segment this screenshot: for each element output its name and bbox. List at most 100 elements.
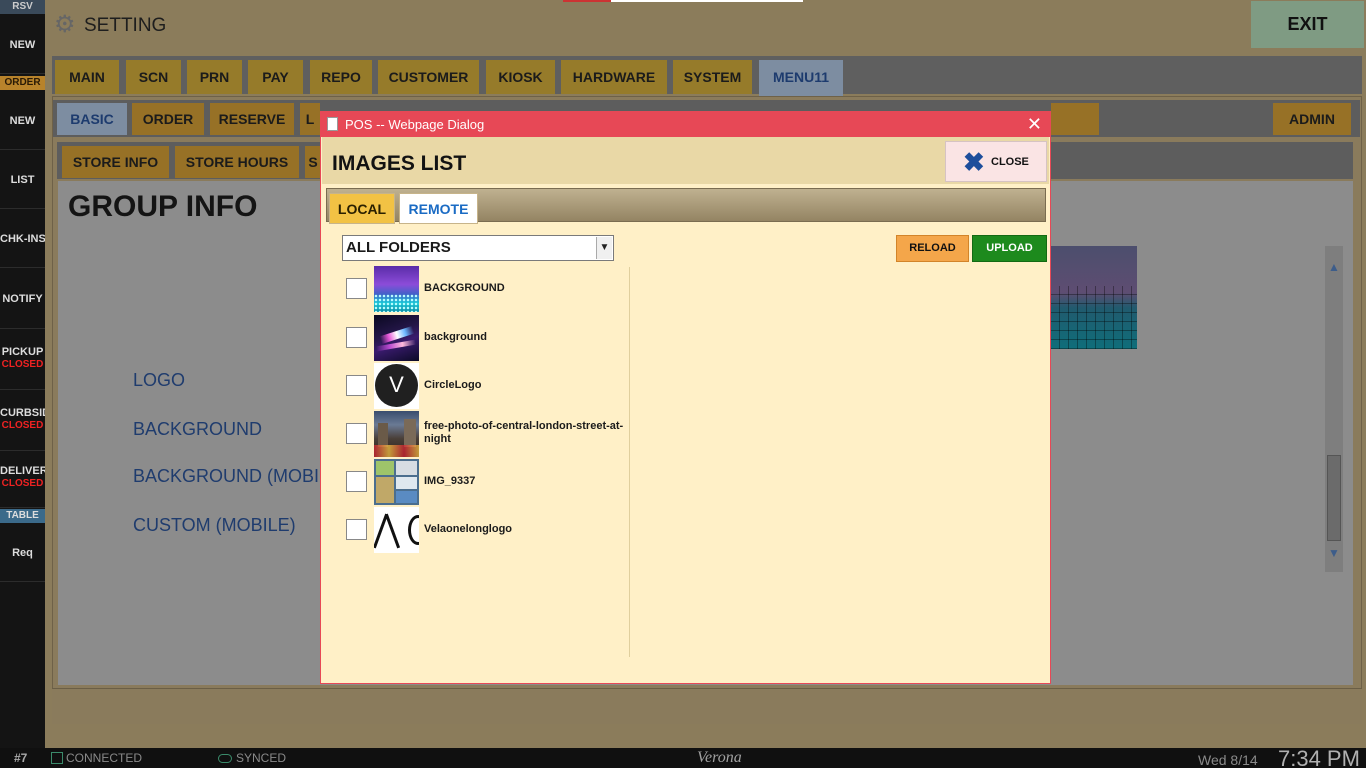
tab-prn[interactable]: PRN	[187, 60, 242, 94]
image-name: IMG_9337	[424, 475, 476, 487]
rail-list[interactable]: LIST	[0, 151, 45, 209]
tab-menu11[interactable]: MENU11	[759, 60, 843, 96]
terminal-number: #7	[14, 751, 28, 765]
rail-table-tag: TABLE	[0, 509, 45, 523]
image-row[interactable]: V CircleLogo	[343, 363, 623, 409]
dialog-titlebar[interactable]: POS -- Webpage Dialog ✕	[321, 112, 1050, 137]
group-info-title: GROUP INFO	[68, 190, 258, 223]
rail-curbside-label: CURBSIDE	[0, 407, 45, 419]
rail-notify[interactable]: NOTIFY	[0, 269, 45, 329]
upload-button[interactable]: UPLOAD	[972, 235, 1047, 262]
tab-pay[interactable]: PAY	[248, 60, 303, 94]
rail-order-tag: ORDER	[0, 76, 45, 90]
connection-status: CONNECTED	[66, 751, 143, 765]
bottom-strip	[52, 688, 1362, 724]
image-name: BACKGROUND	[424, 282, 505, 294]
close-button-label: CLOSE	[991, 156, 1029, 168]
background-preview-image[interactable]	[1050, 246, 1137, 349]
image-row[interactable]: background	[343, 315, 623, 361]
subtab-order[interactable]: ORDER	[132, 103, 204, 135]
field-custom-mobile-label: CUSTOM (MOBILE)	[133, 515, 296, 535]
rail-pickup-label: PICKUP	[1, 346, 44, 358]
content-scrollbar-thumb[interactable]	[1327, 455, 1341, 541]
image-thumbnail[interactable]	[374, 411, 419, 457]
window-close-icon[interactable]: ✕	[1027, 114, 1042, 134]
image-name: Velaonelonglogo	[424, 523, 513, 535]
image-checkbox[interactable]	[346, 471, 367, 492]
tab-scn[interactable]: SCN	[126, 60, 181, 94]
page-header-title: SETTING	[84, 15, 167, 36]
section-tab-store-hours[interactable]: STORE HOURS	[175, 146, 299, 178]
status-date: Wed 8/14	[1198, 752, 1258, 768]
status-bar: #7 CONNECTED SYNCED Verona Wed 8/14 7:34…	[0, 746, 1366, 768]
section-tab-store-info[interactable]: STORE INFO	[62, 146, 169, 178]
image-checkbox[interactable]	[346, 327, 367, 348]
field-background-label: BACKGROUND	[133, 419, 263, 439]
store-name: Verona	[697, 749, 742, 766]
scroll-down-icon[interactable]: ▼	[1326, 545, 1342, 561]
section-tab-partial[interactable]: S	[305, 146, 321, 178]
tab-hardware[interactable]: HARDWARE	[561, 60, 667, 94]
rail-delivery-status: CLOSED	[1, 478, 44, 489]
admin-button[interactable]: ADMIN	[1273, 103, 1351, 135]
tab-remote[interactable]: REMOTE	[399, 193, 478, 224]
rail-pickup[interactable]: PICKUP CLOSED	[0, 330, 45, 390]
image-row[interactable]: free-photo-of-central-london-street-at-n…	[343, 411, 623, 457]
tab-repo[interactable]: REPO	[310, 60, 372, 94]
top-progress-fill	[563, 0, 611, 2]
rail-chk-ins[interactable]: CHK-INS	[0, 210, 45, 268]
image-thumbnail[interactable]: V	[374, 363, 419, 409]
rail-req[interactable]: Req	[0, 524, 45, 582]
rail-delivery[interactable]: DELIVERY CLOSED	[0, 451, 45, 508]
rail-pickup-status: CLOSED	[1, 359, 44, 370]
reload-button[interactable]: RELOAD	[896, 235, 969, 262]
chevron-down-icon[interactable]: ▼	[596, 237, 612, 259]
dialog-window-title: POS -- Webpage Dialog	[345, 117, 485, 132]
image-row[interactable]: BACKGROUND	[343, 266, 623, 312]
image-checkbox[interactable]	[346, 375, 367, 396]
image-name: CircleLogo	[424, 379, 482, 391]
tab-local[interactable]: LOCAL	[329, 193, 395, 224]
connection-icon	[51, 752, 63, 764]
subtab-partial[interactable]: L	[300, 103, 320, 135]
image-row[interactable]: Velaonelonglogo	[343, 507, 623, 553]
status-time: 7:34 PM	[1278, 746, 1360, 768]
image-thumbnail[interactable]	[374, 459, 419, 505]
image-thumbnail[interactable]	[374, 507, 419, 553]
rail-new-order[interactable]: NEW	[0, 92, 45, 150]
image-checkbox[interactable]	[346, 278, 367, 299]
folder-select[interactable]: ALL FOLDERS ▼	[342, 235, 614, 261]
exit-button[interactable]: EXIT	[1251, 1, 1364, 48]
rail-new-reservation[interactable]: NEW	[0, 16, 45, 74]
image-name: free-photo-of-central-london-street-at-n…	[424, 420, 624, 445]
tab-customer[interactable]: CUSTOMER	[378, 60, 479, 94]
cloud-sync-icon	[218, 754, 232, 763]
close-button[interactable]: ✖ CLOSE	[945, 141, 1047, 182]
subtab-reserve[interactable]: RESERVE	[210, 103, 294, 135]
image-checkbox[interactable]	[346, 519, 367, 540]
gear-icon: ⚙	[54, 11, 76, 38]
rail-curbside-status: CLOSED	[1, 420, 44, 431]
images-list-dialog: POS -- Webpage Dialog ✕ IMAGES LIST ✖ CL…	[320, 111, 1051, 684]
field-logo-label: LOGO	[133, 370, 186, 390]
rail-delivery-label: DELIVERY	[0, 465, 45, 477]
field-background-mobile-label: BACKGROUND (MOBILE)	[133, 466, 348, 486]
rail-rsv-tag: RSV	[0, 0, 45, 14]
image-thumbnail[interactable]	[374, 315, 419, 361]
document-icon	[327, 117, 338, 131]
tab-kiosk[interactable]: KIOSK	[486, 60, 555, 94]
subtab-basic[interactable]: BASIC	[57, 103, 127, 135]
sync-status: SYNCED	[236, 751, 287, 765]
left-rail: RSV NEW ORDER NEW LIST CHK-INS NOTIFY PI…	[0, 0, 45, 748]
image-row[interactable]: IMG_9337	[343, 459, 623, 505]
dialog-header: IMAGES LIST ✖ CLOSE	[322, 137, 1049, 184]
scroll-up-icon[interactable]: ▲	[1326, 259, 1342, 275]
rail-curbside[interactable]: CURBSIDE CLOSED	[0, 391, 45, 451]
subtab-hidden[interactable]	[1051, 103, 1099, 135]
image-thumbnail[interactable]	[374, 266, 419, 312]
tab-system[interactable]: SYSTEM	[673, 60, 752, 94]
image-checkbox[interactable]	[346, 423, 367, 444]
tab-main[interactable]: MAIN	[55, 60, 119, 94]
images-list-title: IMAGES LIST	[332, 152, 467, 175]
image-name: background	[424, 331, 487, 343]
